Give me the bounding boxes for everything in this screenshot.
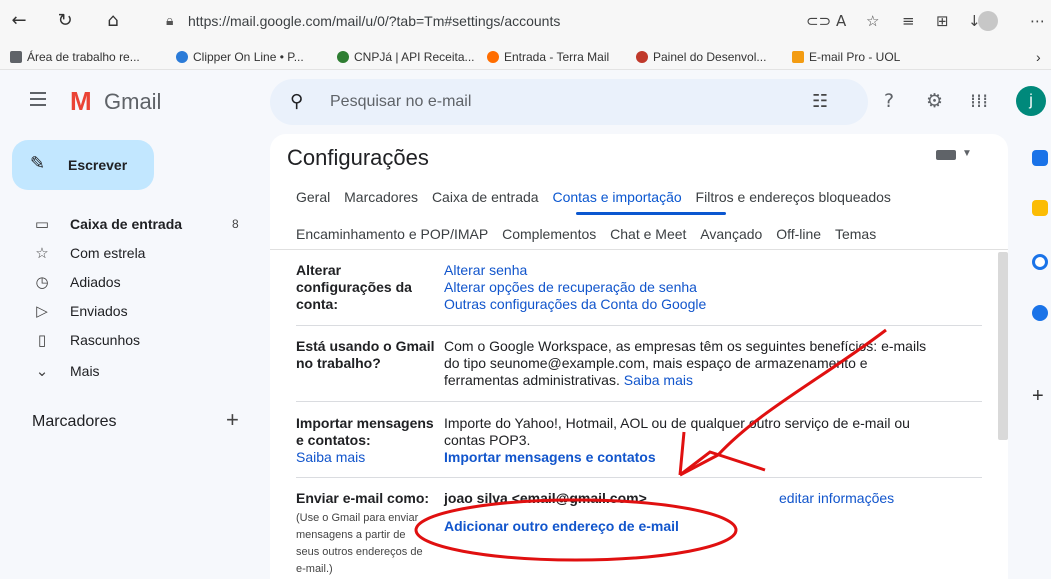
favorite-add-icon[interactable]: ☆ [866,10,879,32]
star-icon: ☆ [35,244,49,262]
search-options-icon[interactable]: ☷ [812,91,828,113]
terra-icon [487,51,499,63]
tab-chat-meet[interactable]: Chat e Meet [610,225,686,243]
help-icon[interactable]: ? [884,90,894,112]
tab-themes[interactable]: Temas [835,225,876,243]
chevron-down-icon: ⌄ [35,362,49,380]
tab-addons[interactable]: Complementos [502,225,596,243]
lock-icon: 🔒︎ [166,13,174,29]
add-email-address-link[interactable]: Adicionar outro endereço de e-mail [444,518,679,535]
tab-general[interactable]: Geral [296,188,330,206]
link-icon[interactable]: ⊂⊃ [806,10,831,32]
divider [296,401,982,402]
browser-profile-avatar[interactable] [978,11,998,31]
contacts-icon[interactable] [1032,305,1048,321]
uol-icon [792,51,804,63]
labels-heading: Marcadores [32,413,117,430]
divider [296,325,982,326]
sidebar-item-starred[interactable]: ☆ Com estrela [0,238,256,268]
sidebar-item-drafts[interactable]: ▯ Rascunhos [0,325,256,355]
bookmarks-more-icon[interactable]: › [1036,48,1041,66]
google-account-link[interactable]: Outras configurações da Conta do Google [444,296,706,313]
keyboard-icon[interactable] [936,150,956,160]
sidebar-item-snoozed[interactable]: ◷ Adiados [0,267,256,297]
clock-icon: ◷ [35,273,49,291]
apps-grid-icon[interactable]: ⁞⁞⁞ [970,90,988,112]
search-input[interactable]: Pesquisar no e-mail [330,91,471,113]
edit-info-link[interactable]: editar informações [779,490,894,507]
unread-count: 8 [232,217,239,231]
import-learn-more-link[interactable]: Saiba mais [296,449,365,466]
more-icon[interactable]: ⋯ [1030,10,1045,32]
sidebar-item-inbox[interactable]: ▭ Caixa de entrada 8 [0,209,256,239]
sidebar-item-sent[interactable]: ▷ Enviados [0,296,256,326]
bookmark-item[interactable]: Entrada - Terra Mail [487,48,609,66]
folder-icon [10,51,22,63]
account-avatar[interactable]: j [1016,86,1046,116]
home-icon[interactable]: ⌂ [102,10,124,32]
bookmark-item[interactable]: Área de trabalho re... [10,48,140,66]
read-aloud-icon[interactable]: A [836,10,846,32]
compose-button[interactable]: ✎ Escrever [12,140,154,190]
tab-offline[interactable]: Off-line [776,225,821,243]
scrollbar[interactable] [998,252,1008,440]
send-icon: ▷ [36,302,48,320]
main-menu-icon[interactable] [30,92,46,106]
calendar-icon[interactable] [1032,150,1048,166]
favorites-icon[interactable]: ≡ [902,10,915,32]
tab-accounts-import[interactable]: Contas e importação [552,188,681,206]
learn-more-link[interactable]: Saiba mais [624,372,693,388]
active-tab-indicator [576,212,726,215]
tab-inbox[interactable]: Caixa de entrada [432,188,539,206]
settings-tabs-row-2: Encaminhamento e POP/IMAP Complementos C… [296,225,886,243]
settings-tabs-row-1: Geral Marcadores Caixa de entrada Contas… [296,188,901,206]
draft-icon: ▯ [37,331,47,349]
bookmark-item[interactable]: Painel do Desenvol... [636,48,766,66]
gmail-logo[interactable]: M [70,87,92,115]
reload-icon[interactable]: ↻ [54,10,76,32]
add-label-icon[interactable]: + [226,408,239,432]
pencil-icon: ✎ [30,153,46,174]
address-bar[interactable]: https://mail.google.com/mail/u/0/?tab=Tm… [188,10,560,32]
recovery-options-link[interactable]: Alterar opções de recuperação de senha [444,279,697,296]
gear-icon[interactable]: ⚙ [926,90,943,112]
bookmark-item[interactable]: CNPJá | API Receita... [337,48,475,66]
tab-forwarding[interactable]: Encaminhamento e POP/IMAP [296,225,488,243]
page-title: Configurações [287,145,429,170]
tab-filters[interactable]: Filtros e endereços bloqueados [696,188,891,206]
send-as-address: joao silva <email@gmail.com> [444,490,647,506]
divider [296,477,982,478]
bookmarks-bar: Área de trabalho re... Clipper On Line •… [0,44,1051,70]
change-password-link[interactable]: Alterar senha [444,262,527,279]
gmail-wordmark[interactable]: Gmail [104,88,161,116]
collections-icon[interactable]: ⊞ [936,10,949,32]
tasks-icon[interactable] [1032,254,1048,270]
sidebar-item-more[interactable]: ⌄ Mais [0,356,256,386]
bookmark-item[interactable]: Clipper On Line • P... [176,48,304,66]
clipper-icon [176,51,188,63]
search-icon[interactable]: ⚲ [290,91,303,113]
back-icon[interactable]: ← [8,10,30,32]
browser-toolbar: ← ↻ ⌂ 🔒︎ https://mail.google.com/mail/u/… [0,0,1051,44]
add-app-icon[interactable]: + [1032,386,1044,406]
import-messages-link[interactable]: Importar mensagens e contatos [444,449,656,466]
tab-advanced[interactable]: Avançado [700,225,762,243]
divider [270,249,1008,250]
cnpja-icon [337,51,349,63]
bookmark-item[interactable]: E-mail Pro - UOL [792,48,900,66]
painel-icon [636,51,648,63]
settings-panel: Configurações ▼ Geral Marcadores Caixa d… [270,134,1008,579]
search-bar[interactable]: ⚲ Pesquisar no e-mail ☷ [270,79,868,125]
inbox-icon: ▭ [34,215,50,233]
chevron-down-icon[interactable]: ▼ [962,146,972,162]
tab-labels[interactable]: Marcadores [344,188,418,206]
keep-icon[interactable] [1032,200,1048,216]
